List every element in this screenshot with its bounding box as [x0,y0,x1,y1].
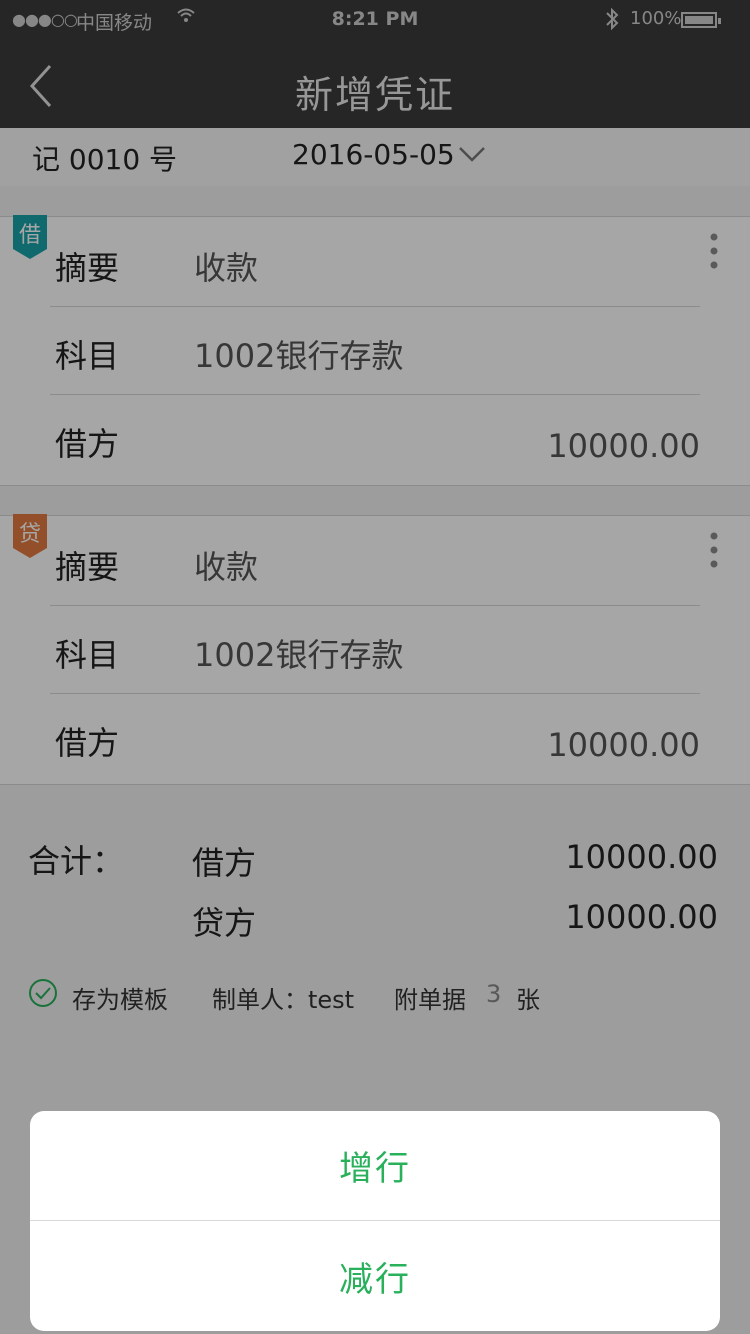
row-action-sheet: 增行 减行 [30,1111,720,1331]
remove-row-button[interactable]: 减行 [30,1221,720,1331]
add-row-button[interactable]: 增行 [30,1111,720,1221]
